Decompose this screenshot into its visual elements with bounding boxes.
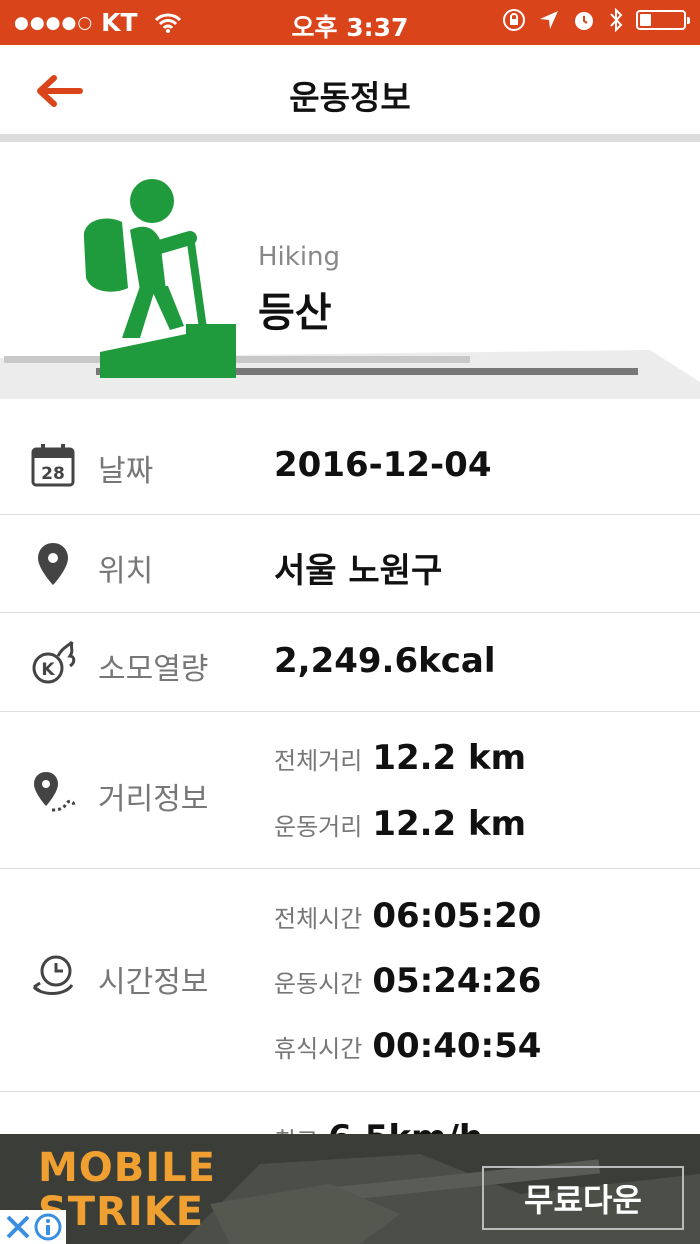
bluetooth-icon bbox=[610, 7, 623, 33]
rest-time: 휴식시간 00:40:54 bbox=[274, 1026, 541, 1066]
status-bar: ●●●●○ KT 오후 3:37 bbox=[0, 0, 700, 45]
activity-header: Hiking 등산 bbox=[0, 142, 700, 399]
status-icons bbox=[502, 7, 690, 33]
location-value: 서울 노원구 bbox=[274, 551, 443, 591]
date-value: 2016-12-04 bbox=[274, 445, 492, 485]
calorie-icon: K bbox=[32, 640, 76, 684]
max-speed-label: 최고 bbox=[274, 1121, 318, 1134]
hiker-icon bbox=[83, 179, 236, 378]
exercise-distance: 운동거리 12.2 km bbox=[274, 804, 526, 844]
time-label: 시간정보 bbox=[98, 965, 209, 1000]
location-row: 위치 서울 노원구 bbox=[0, 515, 700, 613]
nav-bar: 운동정보 bbox=[0, 45, 700, 134]
page-title: 운동정보 bbox=[289, 78, 411, 117]
total-time-label: 전체시간 bbox=[274, 905, 363, 933]
battery-icon bbox=[636, 10, 690, 30]
max-speed: 최고 6.5km/h bbox=[274, 1118, 483, 1134]
exercise-time-value: 05:24:26 bbox=[372, 961, 542, 1001]
location-arrow-icon bbox=[540, 11, 558, 29]
total-distance: 전체거리 12.2 km bbox=[274, 738, 526, 778]
activity-english-name: Hiking bbox=[258, 242, 341, 272]
total-distance-label: 전체거리 bbox=[274, 747, 363, 775]
exercise-distance-label: 운동거리 bbox=[274, 813, 363, 841]
close-icon[interactable] bbox=[3, 1212, 33, 1242]
svg-text:K: K bbox=[41, 660, 55, 680]
distance-label: 거리정보 bbox=[98, 782, 209, 817]
nav-divider bbox=[0, 134, 700, 142]
total-distance-value: 12.2 km bbox=[372, 738, 527, 778]
ad-controls bbox=[0, 1210, 66, 1244]
exercise-time-label: 운동시간 bbox=[274, 970, 363, 998]
distance-route-icon bbox=[34, 772, 76, 812]
total-time: 전체시간 06:05:20 bbox=[274, 896, 541, 936]
max-speed-value: 6.5km/h bbox=[328, 1118, 483, 1134]
rest-time-label: 휴식시간 bbox=[274, 1035, 363, 1063]
calendar-icon: 28 bbox=[31, 444, 75, 487]
calories-row: K 소모열량 2,249.6kcal bbox=[0, 613, 700, 712]
info-icon[interactable] bbox=[33, 1212, 63, 1242]
speed-row-partial: 최고 6.5km/h bbox=[0, 1092, 700, 1134]
alarm-icon bbox=[575, 12, 593, 30]
calories-label: 소모열량 bbox=[98, 652, 209, 687]
calendar-day: 28 bbox=[41, 464, 65, 484]
distance-row: 거리정보 전체거리 12.2 km 운동거리 12.2 km bbox=[0, 712, 700, 869]
battery-level bbox=[640, 14, 651, 26]
time-row: 시간정보 전체시간 06:05:20 운동시간 05:24:26 휴식시간 00… bbox=[0, 869, 700, 1092]
exercise-distance-value: 12.2 km bbox=[372, 804, 527, 844]
location-label: 위치 bbox=[98, 554, 154, 589]
calories-value: 2,249.6kcal bbox=[274, 641, 496, 681]
date-label: 날짜 bbox=[98, 454, 154, 489]
rotation-lock-icon bbox=[503, 9, 525, 31]
clock-icon bbox=[32, 955, 74, 995]
exercise-time: 운동시간 05:24:26 bbox=[274, 961, 541, 1001]
total-time-value: 06:05:20 bbox=[372, 896, 542, 936]
ad-banner[interactable]: MOBILE STRIKE 무료다운 bbox=[0, 1134, 700, 1244]
rest-time-value: 00:40:54 bbox=[372, 1026, 542, 1066]
ad-brand-line1: MOBILE bbox=[38, 1145, 216, 1191]
date-row: 28 날짜 2016-12-04 bbox=[0, 415, 700, 515]
location-pin-icon bbox=[38, 543, 68, 585]
activity-korean-name: 등산 bbox=[258, 290, 332, 336]
ad-download-button[interactable]: 무료다운 bbox=[482, 1166, 684, 1230]
